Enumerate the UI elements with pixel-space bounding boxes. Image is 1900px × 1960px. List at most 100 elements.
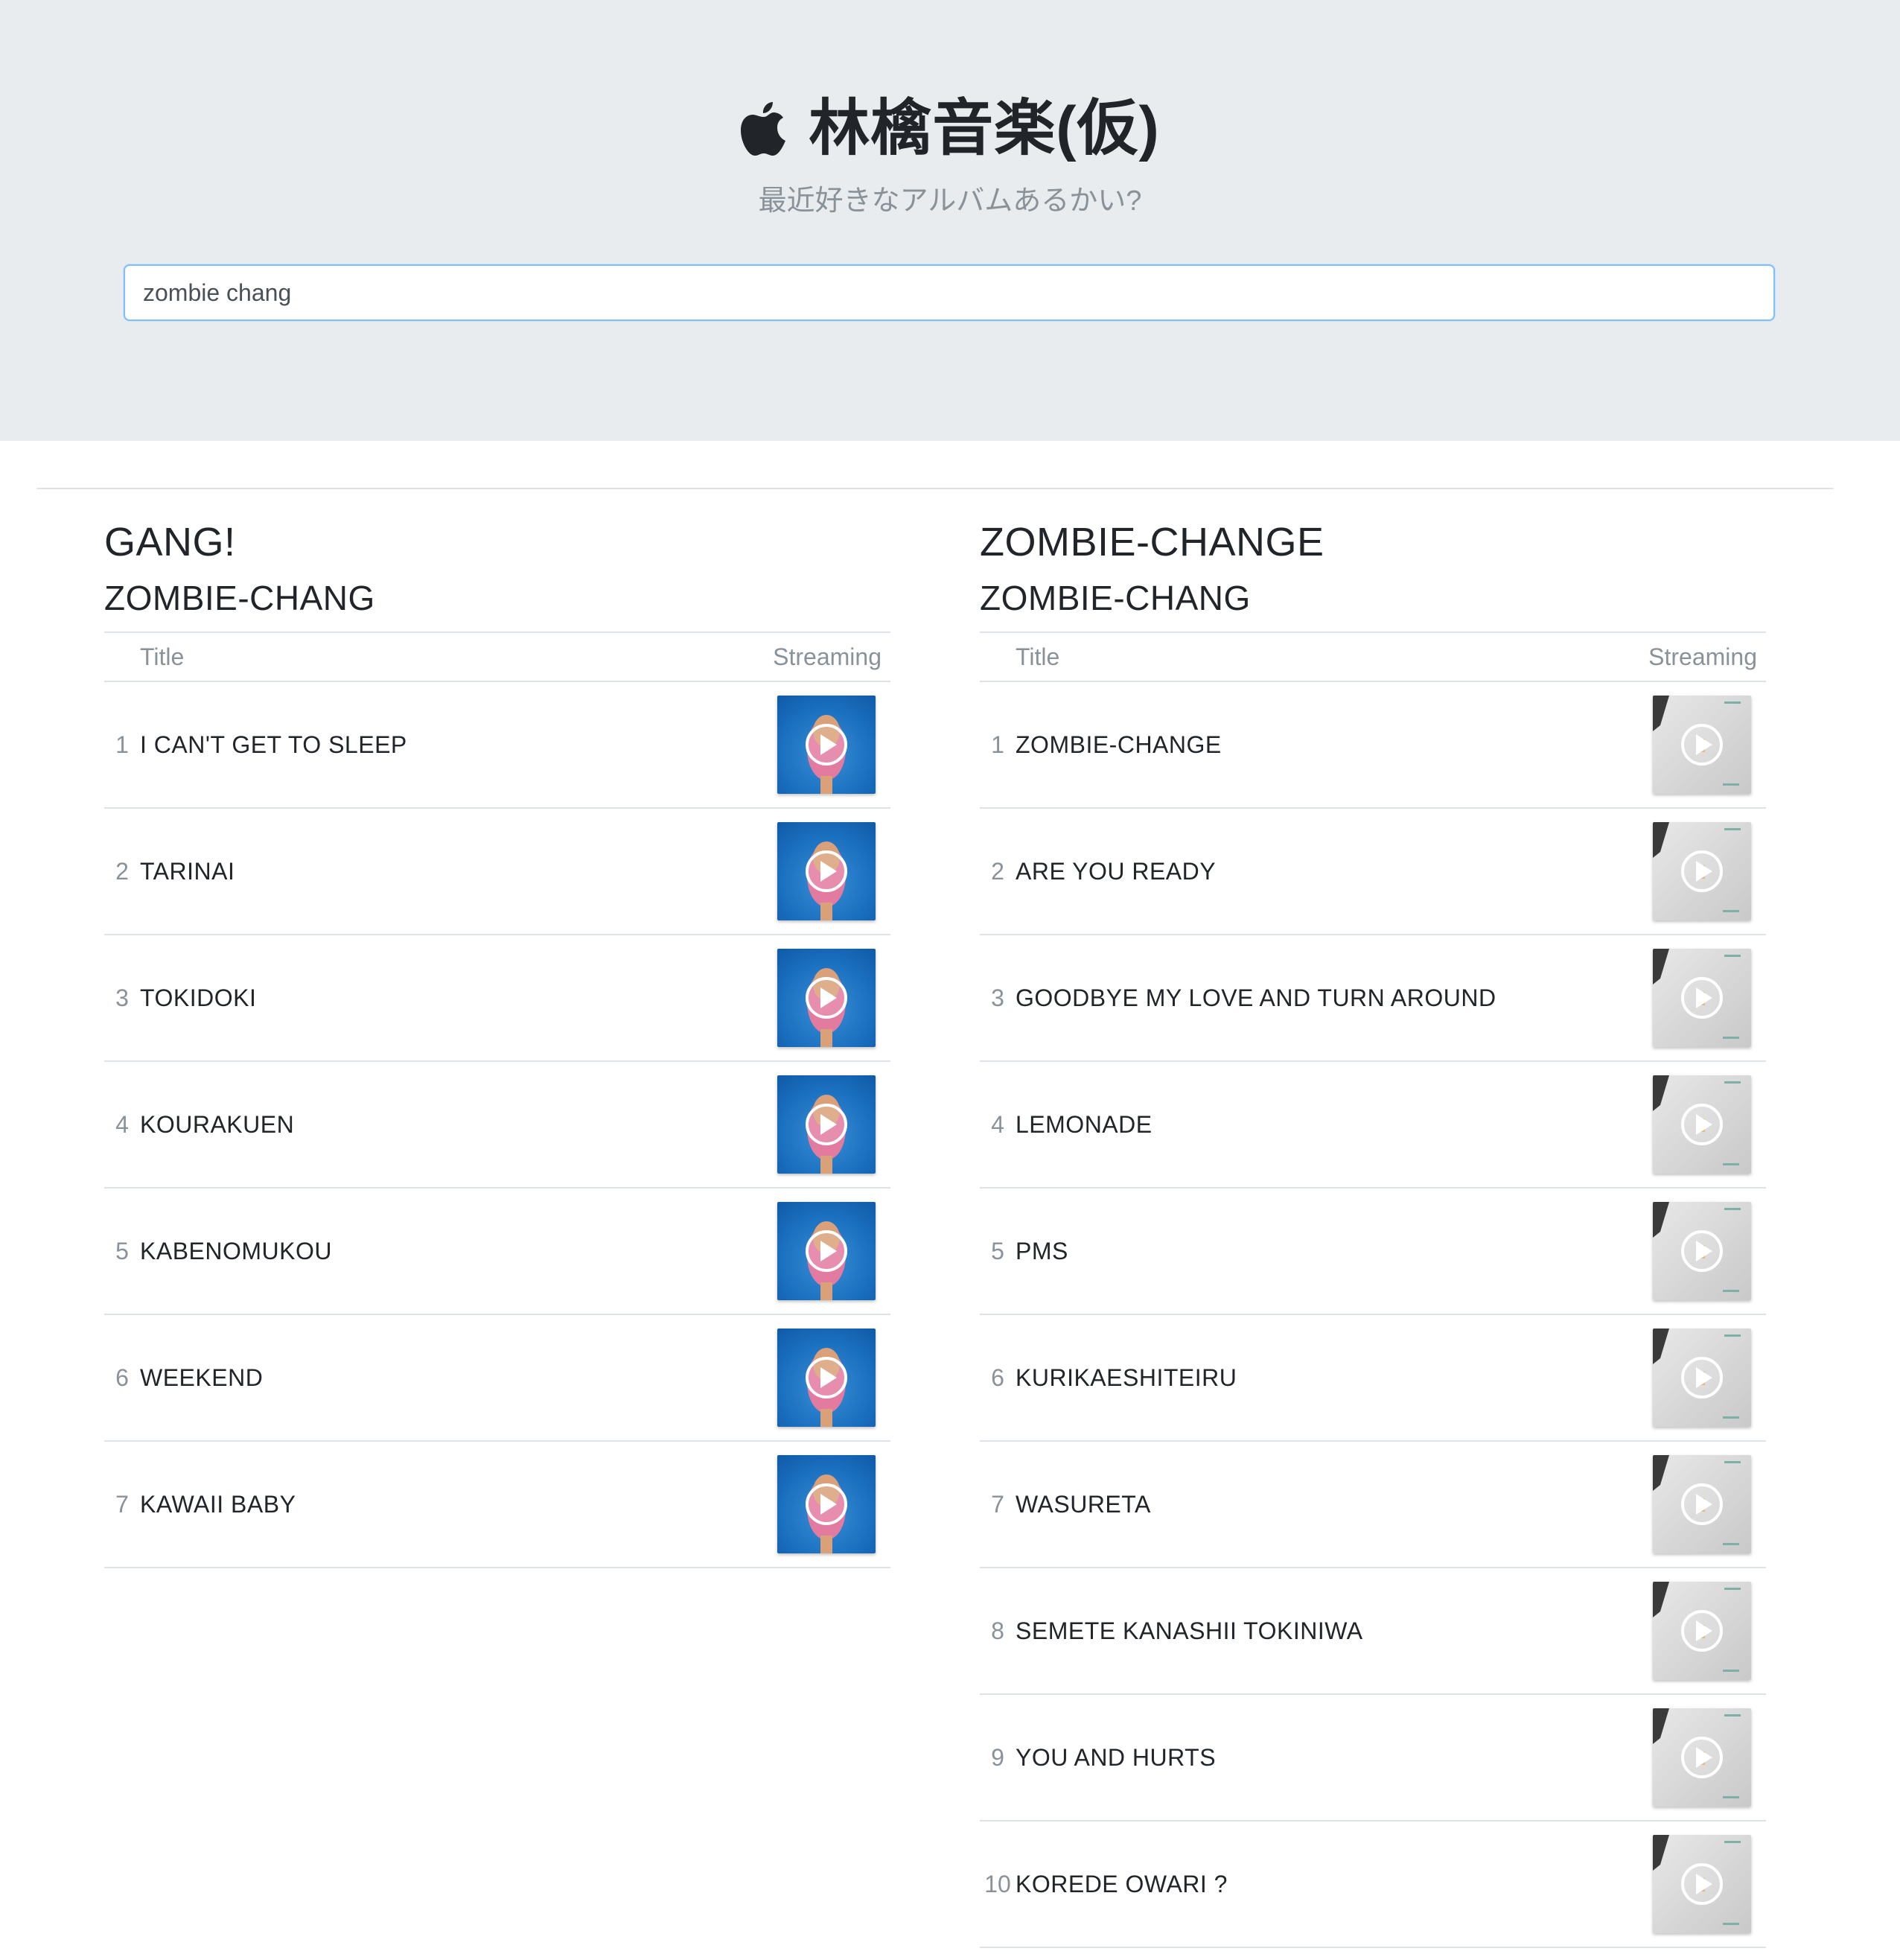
track-title: TOKIDOKI [140, 935, 733, 1062]
track-title: WASURETA [1016, 1441, 1608, 1568]
play-preview-button[interactable] [1653, 696, 1751, 794]
album-cover-art [806, 1474, 847, 1553]
streaming-cell [1608, 1314, 1766, 1442]
column-header-streaming: Streaming [1608, 631, 1766, 682]
track-title: KABENOMUKOU [140, 1188, 733, 1315]
column-header-number [980, 631, 1016, 682]
table-row: 2 ARE YOU READY [980, 808, 1766, 935]
play-preview-button[interactable] [1653, 822, 1751, 920]
track-title: ARE YOU READY [1016, 808, 1608, 935]
album-cover-art [1653, 1075, 1741, 1165]
table-row: 8 SEMETE KANASHII TOKINIWA [980, 1568, 1766, 1695]
track-number: 10 [980, 1821, 1016, 1948]
track-number: 1 [104, 681, 140, 809]
table-row: 7 KAWAII BABY [104, 1441, 890, 1568]
table-row: 6 WEEKEND [104, 1314, 890, 1442]
album-title: ZOMBIE-CHANGE [980, 520, 1324, 564]
play-preview-button[interactable] [1653, 1708, 1751, 1807]
play-preview-button[interactable] [777, 1202, 876, 1300]
track-number: 6 [104, 1314, 140, 1442]
album-cover-art [1653, 822, 1741, 912]
streaming-cell [1608, 935, 1766, 1062]
track-title: KOURAKUEN [140, 1061, 733, 1189]
album-cover-art [806, 968, 847, 1047]
play-preview-button[interactable] [777, 696, 876, 794]
column-header-number [104, 631, 140, 682]
streaming-cell [1608, 1694, 1766, 1821]
album-artist: ZOMBIE-CHANG [104, 579, 375, 617]
track-title: SEMETE KANASHII TOKINIWA [1016, 1568, 1608, 1695]
track-number: 9 [980, 1694, 1016, 1821]
play-preview-button[interactable] [777, 822, 876, 920]
album-title: GANG! [104, 520, 236, 564]
album-artist: ZOMBIE-CHANG [980, 579, 1251, 617]
track-title: TARINAI [140, 808, 733, 935]
table-row: 6 KURIKAESHITEIRU [980, 1314, 1766, 1442]
album-cover-art [806, 1221, 847, 1300]
play-preview-button[interactable] [777, 1075, 876, 1174]
play-preview-button[interactable] [1653, 949, 1751, 1047]
track-number: 2 [104, 808, 140, 935]
table-row: 9 YOU AND HURTS [980, 1694, 1766, 1821]
track-title: KURIKAESHITEIRU [1016, 1314, 1608, 1442]
album-cover-art [1653, 1582, 1741, 1672]
play-preview-button[interactable] [1653, 1455, 1751, 1553]
album-section: GANG! ZOMBIE-CHANG Title Streaming 1 I CAN'T … [104, 514, 890, 1568]
play-preview-button[interactable] [777, 1329, 876, 1427]
streaming-cell [733, 808, 890, 935]
search-input[interactable] [124, 264, 1775, 321]
track-title: WEEKEND [140, 1314, 733, 1442]
streaming-cell [733, 935, 890, 1062]
play-preview-button[interactable] [777, 1455, 876, 1553]
track-number: 3 [104, 935, 140, 1062]
album-cover-art [806, 715, 847, 794]
play-preview-button[interactable] [777, 949, 876, 1047]
table-row: 7 WASURETA [980, 1441, 1766, 1568]
table-row: 4 KOURAKUEN [104, 1061, 890, 1189]
track-number: 1 [980, 681, 1016, 809]
album-cover-art [806, 1348, 847, 1427]
column-header-title: Title [140, 631, 733, 682]
album-section: ZOMBIE-CHANGE ZOMBIE-CHANG Title Streaming 1… [980, 514, 1766, 1948]
play-preview-button[interactable] [1653, 1075, 1751, 1174]
apple-icon [741, 102, 786, 156]
play-preview-button[interactable] [1653, 1202, 1751, 1300]
album-cover-art [1653, 1329, 1741, 1419]
track-title: KAWAII BABY [140, 1441, 733, 1568]
site-title: 林檎音楽(仮) [0, 88, 1900, 170]
track-title: KOREDE OWARI ? [1016, 1821, 1608, 1948]
track-table: Title Streaming 1 ZOMBIE-CHANGE 2 ARE YOU REA… [980, 631, 1766, 1948]
track-number: 7 [104, 1441, 140, 1568]
play-preview-button[interactable] [1653, 1582, 1751, 1680]
table-row: 3 GOODBYE MY LOVE AND TURN AROUND [980, 935, 1766, 1062]
album-cover-art [806, 1095, 847, 1174]
streaming-cell [1608, 1061, 1766, 1189]
column-header-streaming: Streaming [733, 631, 890, 682]
table-row: 1 ZOMBIE-CHANGE [980, 681, 1766, 809]
table-row: 2 TARINAI [104, 808, 890, 935]
track-number: 6 [980, 1314, 1016, 1442]
track-number: 2 [980, 808, 1016, 935]
column-header-title: Title [1016, 631, 1608, 682]
track-title: LEMONADE [1016, 1061, 1608, 1189]
table-row: 1I CAN'T GET TO SLEEP [104, 681, 890, 809]
streaming-cell [733, 1061, 890, 1189]
table-row: 3 TOKIDOKI [104, 935, 890, 1062]
play-preview-button[interactable] [1653, 1835, 1751, 1933]
track-number: 4 [980, 1061, 1016, 1189]
header-banner: 林檎音楽(仮) 最近好きなアルバムあるかい? [0, 0, 1900, 441]
track-title: GOODBYE MY LOVE AND TURN AROUND [1016, 935, 1608, 1062]
play-preview-button[interactable] [1653, 1329, 1751, 1427]
track-title: I CAN'T GET TO SLEEP [140, 681, 733, 809]
table-header-row: Title Streaming [980, 631, 1766, 682]
streaming-cell [733, 681, 890, 809]
streaming-cell [1608, 1441, 1766, 1568]
streaming-cell [733, 1188, 890, 1315]
track-title: YOU AND HURTS [1016, 1694, 1608, 1821]
table-row: 5 KABENOMUKOU [104, 1188, 890, 1315]
streaming-cell [733, 1314, 890, 1442]
streaming-cell [733, 1441, 890, 1568]
track-number: 4 [104, 1061, 140, 1189]
track-number: 3 [980, 935, 1016, 1062]
streaming-cell [1608, 1821, 1766, 1948]
